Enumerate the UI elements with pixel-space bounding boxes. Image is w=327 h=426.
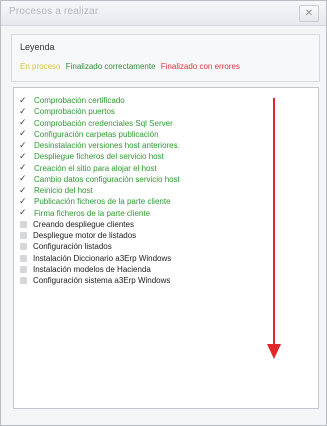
- checkmark-icon: [19, 140, 28, 151]
- task-list: Comprobación certificado Comprobación pue…: [19, 95, 180, 286]
- task-item: Comprobación puertos: [19, 106, 180, 117]
- task-item: Firma ficheros de la parte cliente: [19, 207, 180, 219]
- task-item: Instalación modelos de Hacienda: [20, 264, 180, 275]
- pending-box-icon: [20, 243, 27, 251]
- checkmark-icon: [19, 185, 28, 196]
- task-label: Despliegue ficheros del servicio host: [34, 152, 164, 162]
- legend-title: Leyenda: [20, 42, 55, 52]
- task-label: Publicación ficheros de la parte cliente: [34, 197, 171, 207]
- checkmark-icon: [19, 162, 28, 173]
- legend-row: En proceso Finalizado correctamente Fina…: [20, 62, 243, 71]
- task-label: Configuración sistema a3Erp Windows: [33, 276, 171, 285]
- task-label: Comprobación certificado: [34, 96, 125, 105]
- pending-box-icon: [20, 277, 27, 285]
- task-label: Desinstalación versiones host anteriores…: [34, 141, 180, 150]
- task-label: Comprobación credenciales Sql Server: [34, 118, 173, 128]
- legend-panel: Leyenda En proceso Finalizado correctame…: [11, 34, 320, 82]
- checkmark-icon: [19, 128, 28, 139]
- legend-in-process: En proceso: [20, 62, 61, 71]
- task-item: Configuración carpetas publicación: [19, 128, 180, 140]
- task-item: Instalación Diccionario a3Erp Windows: [20, 253, 180, 264]
- pending-box-icon: [20, 232, 27, 240]
- task-item: Creando despliegue clientes: [20, 219, 180, 230]
- task-label: Creando despliegue clientes: [33, 219, 134, 229]
- task-label: Instalación Diccionario a3Erp Windows: [33, 253, 172, 263]
- pending-box-icon: [20, 265, 27, 273]
- pending-box-icon: [20, 254, 27, 262]
- task-label: Configuración listados: [33, 242, 112, 252]
- task-item: Configuración listados: [20, 241, 180, 252]
- task-label: Comprobación puertos: [34, 107, 115, 117]
- task-label: Creación el sitio para alojar el host: [34, 163, 157, 173]
- task-item: Desinstalación versiones host anteriores…: [19, 140, 180, 151]
- task-item: Despliegue ficheros del servicio host: [19, 151, 180, 162]
- down-arrow-icon: [267, 98, 281, 359]
- close-icon: ✕: [304, 8, 314, 19]
- task-item: Comprobación certificado: [19, 95, 180, 106]
- task-label: Cambio datos configuración servicio host: [34, 174, 180, 184]
- task-item: Cambio datos configuración servicio host: [19, 173, 180, 185]
- task-item: Configuración sistema a3Erp Windows: [20, 275, 180, 286]
- task-item: Reinicio del host: [19, 185, 180, 196]
- task-label: Reinicio del host: [34, 186, 93, 195]
- close-button[interactable]: ✕: [299, 5, 319, 22]
- checkmark-icon: [19, 151, 28, 162]
- checkmark-icon: [19, 95, 28, 106]
- checkmark-icon: [19, 106, 28, 117]
- task-item: Creación el sitio para alojar el host: [19, 162, 180, 174]
- task-label: Firma ficheros de la parte cliente: [34, 208, 151, 218]
- process-dialog: Procesos a realizar ✕ Leyenda En proceso…: [0, 0, 327, 426]
- task-label: Instalación modelos de Hacienda: [33, 264, 151, 274]
- title-bar[interactable]: Procesos a realizar ✕: [1, 1, 326, 26]
- task-item: Despliegue motor de listados: [20, 230, 180, 241]
- task-label: Despliegue motor de listados: [33, 231, 137, 240]
- window-title: Procesos a realizar: [9, 6, 99, 17]
- checkmark-icon: [19, 117, 28, 128]
- legend-ok: Finalizado correctamente: [65, 62, 156, 71]
- task-list-panel: Comprobación certificado Comprobación pue…: [13, 87, 319, 409]
- pending-box-icon: [20, 220, 27, 228]
- checkmark-icon: [19, 207, 28, 218]
- task-item: Comprobación credenciales Sql Server: [19, 117, 180, 129]
- task-item: Publicación ficheros de la parte cliente: [19, 196, 180, 207]
- task-label: Configuración carpetas publicación: [34, 129, 159, 139]
- checkmark-icon: [19, 173, 28, 184]
- legend-error: Finalizado con errores: [160, 62, 240, 71]
- checkmark-icon: [19, 196, 28, 207]
